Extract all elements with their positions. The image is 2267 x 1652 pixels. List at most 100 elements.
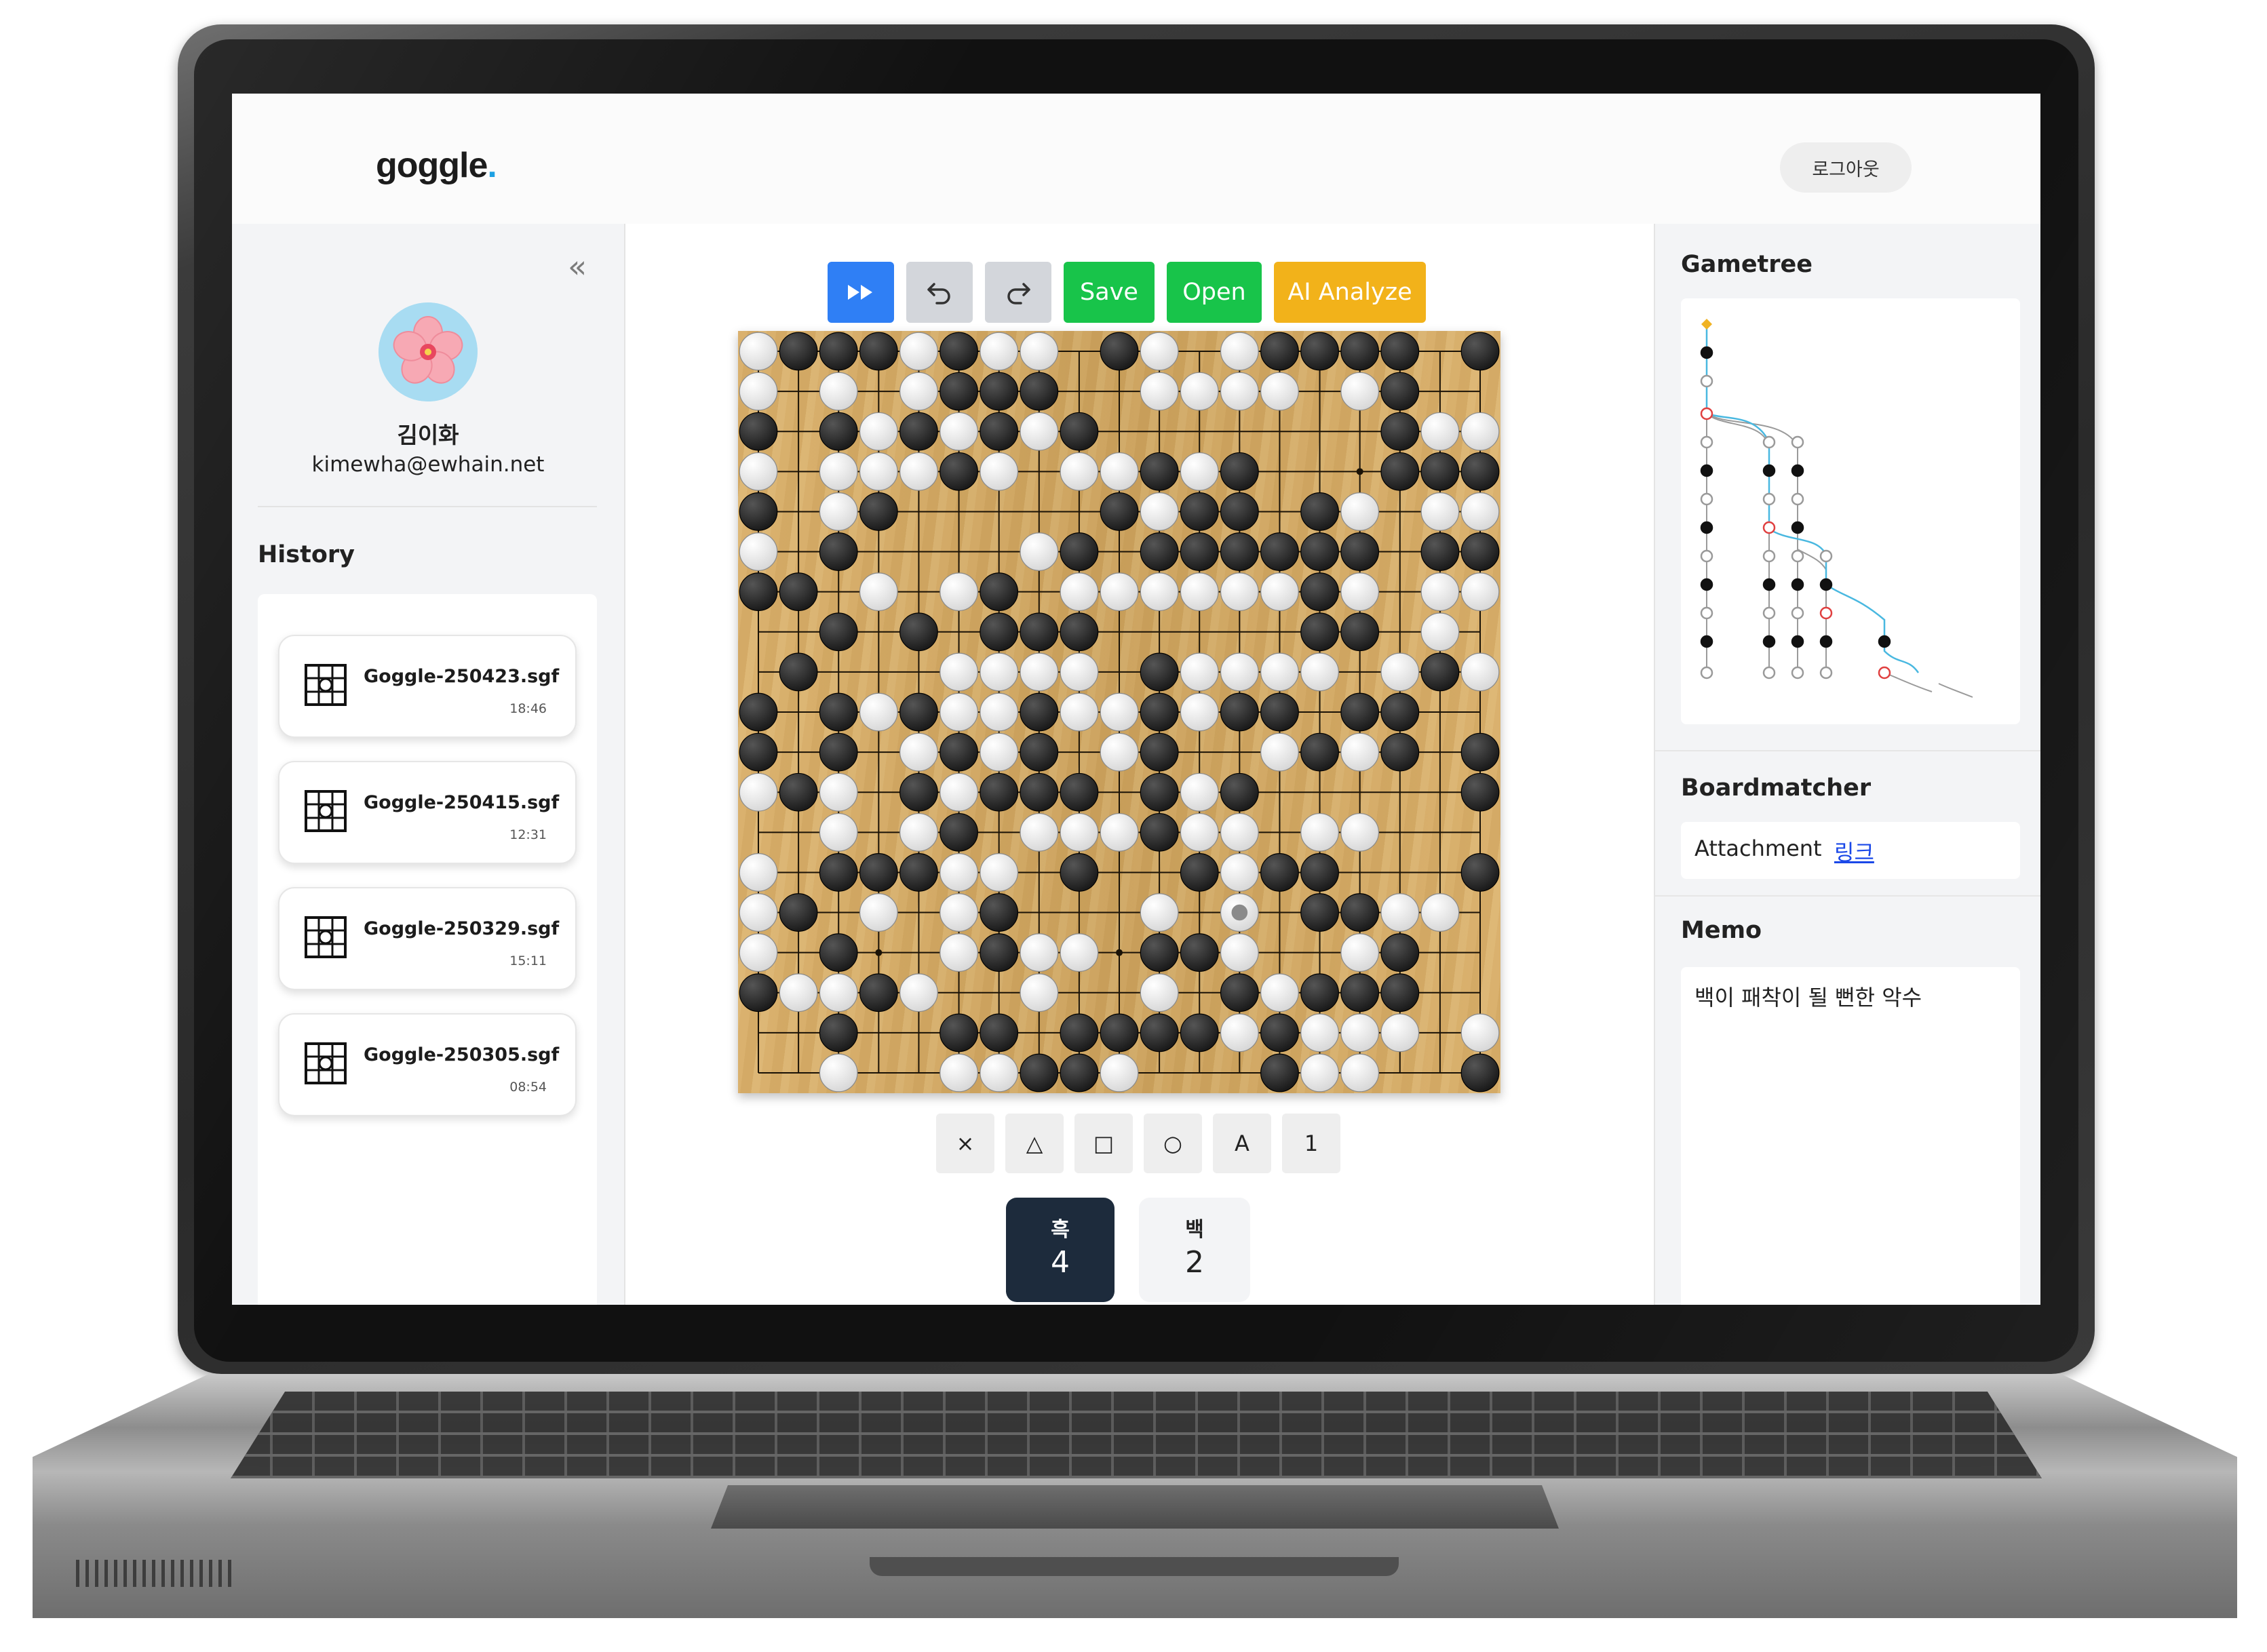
memo-textarea[interactable]: 백이 패착이 될 뻔한 악수 xyxy=(1681,967,2020,1305)
white-stone[interactable] xyxy=(1380,893,1420,932)
black-stone[interactable] xyxy=(1140,933,1179,972)
black-stone[interactable] xyxy=(980,933,1019,972)
black-stone[interactable] xyxy=(939,332,978,371)
black-stone[interactable] xyxy=(1380,372,1420,411)
triangle-mark-button[interactable]: △ xyxy=(1005,1114,1064,1173)
black-stone[interactable] xyxy=(1220,532,1259,571)
black-stone[interactable] xyxy=(1140,652,1179,692)
white-stone[interactable] xyxy=(1180,812,1219,852)
white-stone[interactable] xyxy=(1140,492,1179,531)
black-stone[interactable] xyxy=(819,853,858,892)
white-stone[interactable] xyxy=(899,812,938,852)
black-stone[interactable] xyxy=(1380,692,1420,732)
cross-mark-button[interactable]: × xyxy=(936,1114,994,1173)
black-stone[interactable] xyxy=(1260,1013,1299,1053)
white-stone[interactable] xyxy=(819,452,858,491)
gametree-node[interactable] xyxy=(1819,578,1833,591)
black-stone[interactable] xyxy=(1340,893,1380,932)
black-stone[interactable] xyxy=(1300,893,1339,932)
white-stone[interactable] xyxy=(739,853,778,892)
black-stone[interactable] xyxy=(1300,853,1339,892)
square-mark-button[interactable]: □ xyxy=(1074,1114,1133,1173)
white-stone[interactable] xyxy=(980,452,1019,491)
black-stone[interactable] xyxy=(939,452,978,491)
white-score-card[interactable]: 백 2 xyxy=(1139,1198,1250,1302)
gametree-root[interactable] xyxy=(1701,319,1712,330)
white-stone[interactable] xyxy=(1260,572,1299,612)
gametree-node[interactable] xyxy=(1700,635,1713,648)
white-stone[interactable] xyxy=(1340,1013,1380,1053)
gametree-node[interactable] xyxy=(1700,346,1713,359)
white-stone[interactable] xyxy=(1020,332,1059,371)
gametree-node[interactable] xyxy=(1700,464,1713,477)
white-stone[interactable] xyxy=(1220,372,1259,411)
gametree-graph[interactable] xyxy=(1681,298,2020,724)
white-stone[interactable] xyxy=(1460,412,1500,451)
black-stone[interactable] xyxy=(739,492,778,531)
white-stone[interactable] xyxy=(1140,572,1179,612)
gametree-node[interactable] xyxy=(1700,492,1713,506)
number-mark-button[interactable]: 1 xyxy=(1282,1114,1340,1173)
black-stone[interactable] xyxy=(779,332,818,371)
black-stone[interactable] xyxy=(1140,1013,1179,1053)
black-stone[interactable] xyxy=(1140,452,1179,491)
black-stone[interactable] xyxy=(1460,772,1500,812)
white-stone[interactable] xyxy=(1060,572,1099,612)
white-stone[interactable] xyxy=(1260,732,1299,772)
black-stone[interactable] xyxy=(1220,452,1259,491)
white-stone[interactable] xyxy=(980,692,1019,732)
white-stone[interactable] xyxy=(1020,933,1059,972)
black-stone[interactable] xyxy=(1300,732,1339,772)
white-stone[interactable] xyxy=(899,372,938,411)
black-stone[interactable] xyxy=(980,572,1019,612)
white-stone[interactable] xyxy=(899,732,938,772)
gametree-node[interactable] xyxy=(1762,666,1776,680)
white-stone[interactable] xyxy=(1220,1013,1259,1053)
black-stone[interactable] xyxy=(899,772,938,812)
black-stone[interactable] xyxy=(1060,612,1099,652)
black-stone[interactable] xyxy=(1260,532,1299,571)
white-stone[interactable] xyxy=(859,572,898,612)
gametree-node[interactable] xyxy=(1762,521,1776,534)
white-stone[interactable] xyxy=(1460,652,1500,692)
black-stone[interactable] xyxy=(1340,692,1380,732)
white-stone[interactable] xyxy=(1340,732,1380,772)
black-stone[interactable] xyxy=(899,612,938,652)
black-stone[interactable] xyxy=(859,973,898,1012)
white-stone[interactable] xyxy=(1020,652,1059,692)
gametree-node[interactable] xyxy=(1819,606,1833,620)
white-stone[interactable] xyxy=(1420,893,1460,932)
black-stone[interactable] xyxy=(1420,452,1460,491)
black-stone[interactable] xyxy=(1300,492,1339,531)
black-stone[interactable] xyxy=(1460,853,1500,892)
black-stone[interactable] xyxy=(1420,652,1460,692)
black-stone[interactable] xyxy=(899,692,938,732)
fast-forward-button[interactable] xyxy=(828,262,894,323)
black-stone[interactable] xyxy=(779,572,818,612)
white-stone[interactable] xyxy=(1180,692,1219,732)
white-stone[interactable] xyxy=(1340,492,1380,531)
gametree-node[interactable] xyxy=(1791,435,1804,449)
black-stone[interactable] xyxy=(1180,532,1219,571)
black-stone[interactable] xyxy=(1020,1053,1059,1093)
white-stone[interactable] xyxy=(739,893,778,932)
black-stone[interactable] xyxy=(1140,812,1179,852)
letter-mark-button[interactable]: A xyxy=(1213,1114,1271,1173)
gametree-node[interactable] xyxy=(1791,578,1804,591)
gametree-node[interactable] xyxy=(1791,635,1804,648)
white-stone[interactable] xyxy=(1100,452,1139,491)
white-stone[interactable] xyxy=(819,492,858,531)
black-stone[interactable] xyxy=(1340,532,1380,571)
white-stone[interactable] xyxy=(1180,572,1219,612)
attachment-link[interactable]: 링크 xyxy=(1834,835,1874,867)
black-stone[interactable] xyxy=(819,1013,858,1053)
black-score-card[interactable]: 흑 4 xyxy=(1006,1198,1115,1302)
black-stone[interactable] xyxy=(1140,532,1179,571)
white-stone[interactable] xyxy=(1420,572,1460,612)
white-stone[interactable] xyxy=(859,412,898,451)
white-stone[interactable] xyxy=(1460,492,1500,531)
black-stone[interactable] xyxy=(1380,973,1420,1012)
white-stone[interactable] xyxy=(739,332,778,371)
gametree-node[interactable] xyxy=(1791,606,1804,620)
white-stone[interactable] xyxy=(939,772,978,812)
